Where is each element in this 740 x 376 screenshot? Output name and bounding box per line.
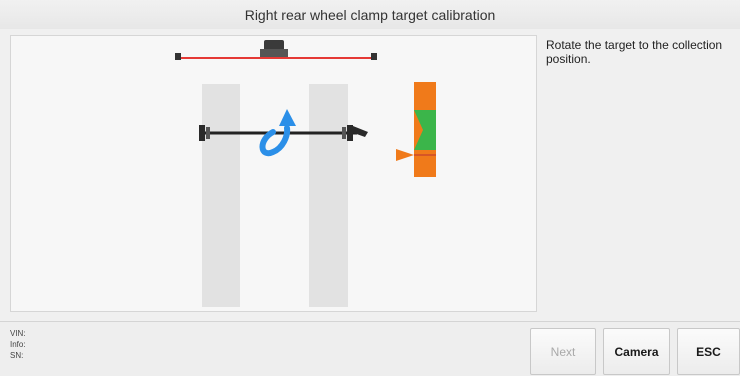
page-title: Right rear wheel clamp target calibratio… [244, 6, 496, 23]
rotate-arrow-icon [259, 109, 296, 157]
right-wheel-track [309, 84, 348, 307]
info-label: Info: [10, 340, 26, 349]
instruction-text: Rotate the target to the collection posi… [546, 38, 723, 66]
left-wheel-track [202, 84, 240, 307]
footer-bar: VIN: Info: SN: Next Camera ESC [0, 321, 740, 376]
vin-label: VIN: [10, 329, 26, 338]
wheel-clamp-icon [351, 126, 368, 137]
title-bar: Right rear wheel clamp target calibratio… [0, 0, 740, 30]
collection-position-indicator-icon [396, 82, 436, 177]
camera-button[interactable]: Camera [603, 328, 670, 375]
calibration-diagram [10, 35, 537, 312]
calibration-illustration [175, 40, 436, 307]
esc-button[interactable]: ESC [677, 328, 740, 375]
vehicle-info: VIN: Info: SN: [10, 328, 26, 361]
next-button[interactable]: Next [530, 328, 596, 375]
sn-label: SN: [10, 351, 24, 360]
camera-icon [260, 40, 288, 57]
